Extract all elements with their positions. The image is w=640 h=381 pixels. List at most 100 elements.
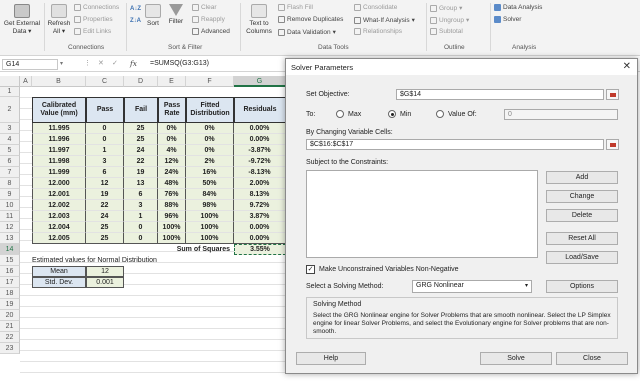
row-header[interactable]: 1 (0, 87, 20, 97)
sort-button[interactable]: Sort (144, 4, 162, 28)
estimated-values-label[interactable]: Estimated values for Normal Distribution (32, 255, 212, 266)
advanced-filter-button[interactable]: Advanced (192, 28, 230, 35)
clear-filter-button[interactable]: Clear (192, 4, 217, 11)
cell-calibrated-value[interactable]: 12.003 (32, 211, 86, 222)
cell-fitted-distribution[interactable]: 2% (186, 156, 234, 167)
ungroup-button[interactable]: Ungroup ▾ (430, 16, 469, 24)
solving-method-select[interactable]: GRG Nonlinear ▾ (412, 280, 532, 293)
cell-residual[interactable]: 0.00% (234, 134, 286, 145)
cell-pass-rate[interactable]: 12% (158, 156, 186, 167)
row-header[interactable]: 18 (0, 288, 20, 299)
connections-button[interactable]: Connections (74, 4, 119, 11)
reapply-button[interactable]: Reapply (192, 16, 225, 23)
row-header[interactable]: 7 (0, 167, 20, 178)
cell-fail[interactable]: 22 (124, 156, 158, 167)
column-header-f[interactable]: F (186, 76, 234, 87)
cell-residual[interactable]: -8.13% (234, 167, 286, 178)
max-radio[interactable] (336, 110, 344, 118)
stddev-label[interactable]: Std. Dev. (32, 277, 86, 288)
cell-pass[interactable]: 3 (86, 156, 124, 167)
cell-residual[interactable]: 9.72% (234, 200, 286, 211)
cell-pass[interactable]: 0 (86, 123, 124, 134)
cell-calibrated-value[interactable]: 11.995 (32, 123, 86, 134)
header-pass-rate[interactable]: Pass Rate (158, 97, 186, 123)
cell-calibrated-value[interactable]: 12.005 (32, 233, 86, 244)
row-header[interactable]: 20 (0, 310, 20, 321)
cell-pass-rate[interactable]: 100% (158, 233, 186, 244)
value-of-radio[interactable] (436, 110, 444, 118)
cell-pass-rate[interactable]: 4% (158, 145, 186, 156)
cell-pass[interactable]: 24 (86, 211, 124, 222)
min-radio[interactable] (388, 110, 396, 118)
cell-calibrated-value[interactable]: 12.002 (32, 200, 86, 211)
header-residuals[interactable]: Residuals (234, 97, 286, 123)
row-header[interactable]: 15 (0, 255, 20, 266)
cell-calibrated-value[interactable]: 11.998 (32, 156, 86, 167)
cell-residual[interactable]: -9.72% (234, 156, 286, 167)
row-header[interactable]: 21 (0, 321, 20, 332)
sum-of-squares-value[interactable]: 3.55% (234, 244, 286, 255)
consolidate-button[interactable]: Consolidate (354, 4, 397, 11)
cell-calibrated-value[interactable]: 12.004 (32, 222, 86, 233)
stddev-value[interactable]: 0.001 (86, 277, 124, 288)
cell-fitted-distribution[interactable]: 84% (186, 189, 234, 200)
subtotal-button[interactable]: Subtotal (430, 28, 463, 35)
objective-range-picker-icon[interactable] (606, 89, 619, 100)
close-button[interactable]: Close (556, 352, 628, 365)
row-header[interactable]: 9 (0, 189, 20, 200)
cell-residual[interactable]: 8.13% (234, 189, 286, 200)
name-box[interactable]: G14 (2, 59, 58, 70)
solver-button[interactable]: Solver (494, 16, 521, 23)
objective-input[interactable]: $G$14 (396, 89, 604, 100)
get-external-data-button[interactable]: Get External Data ▾ (2, 4, 42, 35)
cell-pass[interactable]: 25 (86, 222, 124, 233)
help-button[interactable]: Help (296, 352, 366, 365)
cell-calibrated-value[interactable]: 11.997 (32, 145, 86, 156)
cell-pass-rate[interactable]: 0% (158, 134, 186, 145)
text-to-columns-button[interactable]: Text to Columns (244, 4, 274, 35)
solve-button[interactable]: Solve (480, 352, 552, 365)
row-header[interactable]: 13 (0, 233, 20, 244)
cell-fitted-distribution[interactable]: 100% (186, 222, 234, 233)
row-header[interactable]: 6 (0, 156, 20, 167)
column-header-b[interactable]: B (32, 76, 86, 87)
close-icon[interactable]: ✕ (623, 61, 631, 72)
row-header[interactable]: 19 (0, 299, 20, 310)
relationships-button[interactable]: Relationships (354, 28, 402, 35)
delete-button[interactable]: Delete (546, 209, 618, 222)
column-header-a[interactable]: A (20, 76, 32, 87)
reset-all-button[interactable]: Reset All (546, 232, 618, 245)
flash-fill-button[interactable]: Flash Fill (278, 4, 313, 11)
row-header[interactable]: 2 (0, 97, 20, 123)
cell-fail[interactable]: 0 (124, 222, 158, 233)
formula-bar-options-icon[interactable]: ⋮ (84, 59, 91, 67)
sort-za-button[interactable]: Z↓A (130, 18, 141, 24)
cell-pass[interactable]: 1 (86, 145, 124, 156)
cell-fitted-distribution[interactable]: 98% (186, 200, 234, 211)
cell-calibrated-value[interactable]: 12.001 (32, 189, 86, 200)
cell-pass[interactable]: 19 (86, 189, 124, 200)
row-header[interactable]: 11 (0, 211, 20, 222)
row-header[interactable]: 3 (0, 123, 20, 134)
cell-calibrated-value[interactable]: 11.999 (32, 167, 86, 178)
options-button[interactable]: Options (546, 280, 618, 293)
cell-pass-rate[interactable]: 24% (158, 167, 186, 178)
sort-az-button[interactable]: A↓Z (130, 6, 141, 12)
column-header-d[interactable]: D (124, 76, 158, 87)
select-all-corner[interactable] (0, 76, 20, 87)
row-header[interactable]: 4 (0, 134, 20, 145)
cell-fail[interactable]: 25 (124, 134, 158, 145)
cell-fail[interactable]: 0 (124, 233, 158, 244)
remove-duplicates-button[interactable]: Remove Duplicates (278, 16, 343, 23)
row-header[interactable]: 16 (0, 266, 20, 277)
data-analysis-button[interactable]: Data Analysis (494, 4, 542, 11)
cell-pass[interactable]: 25 (86, 233, 124, 244)
cell-fail[interactable]: 1 (124, 211, 158, 222)
insert-function-icon[interactable]: fx (130, 59, 137, 68)
row-header[interactable]: 5 (0, 145, 20, 156)
load-save-button[interactable]: Load/Save (546, 251, 618, 264)
cell-fail[interactable]: 19 (124, 167, 158, 178)
row-header[interactable]: 10 (0, 200, 20, 211)
cell-pass[interactable]: 12 (86, 178, 124, 189)
header-calibrated-value[interactable]: Calibrated Value (mm) (32, 97, 86, 123)
